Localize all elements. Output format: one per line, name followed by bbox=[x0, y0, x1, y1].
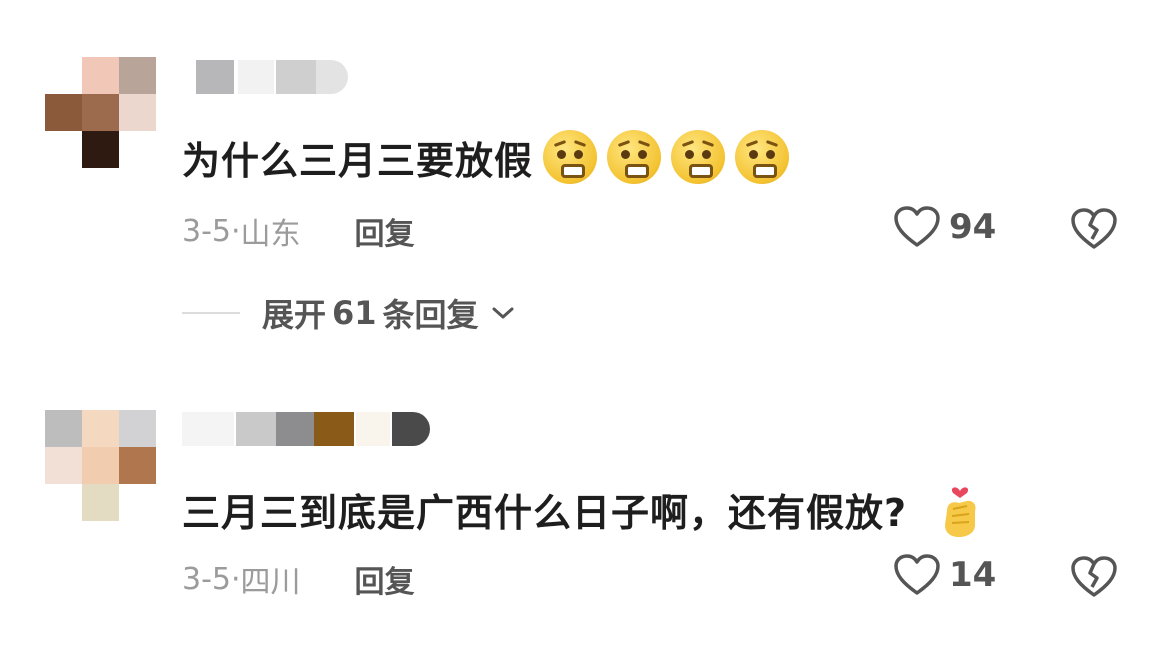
like-button[interactable]: 14 bbox=[893, 553, 996, 597]
comment-date: 3-5· bbox=[182, 213, 241, 249]
expand-replies-button[interactable]: 展开 61 条回复 bbox=[182, 290, 515, 336]
heart-icon bbox=[894, 554, 940, 595]
expand-count: 61 bbox=[332, 294, 377, 332]
comment-location: 四川 bbox=[240, 565, 301, 600]
expand-prefix: 展开 bbox=[262, 296, 327, 334]
divider-line bbox=[182, 312, 240, 314]
pleading-face-icon bbox=[543, 130, 598, 184]
heart-icon bbox=[894, 206, 940, 247]
reply-button[interactable]: 回复 bbox=[355, 209, 415, 253]
like-count: 94 bbox=[949, 207, 997, 247]
comment-meta: 3-5· 山东 回复 bbox=[182, 209, 415, 253]
pleading-face-icon bbox=[671, 130, 726, 184]
broken-heart-icon bbox=[1071, 208, 1117, 249]
pleading-face-icon bbox=[607, 130, 662, 184]
comment-text-content: 三月三到底是广西什么日子啊，还有假放? bbox=[182, 490, 908, 535]
comment-text-content: 为什么三月三要放假 bbox=[182, 138, 534, 183]
comment-item: 三月三到底是广西什么日子啊，还有假放? 3-5· 四川 回复 14 bbox=[0, 395, 1169, 645]
comment-location: 山东 bbox=[240, 217, 301, 252]
comment-text: 为什么三月三要放假 bbox=[182, 128, 790, 186]
chevron-down-icon bbox=[492, 307, 514, 319]
dislike-button[interactable] bbox=[1070, 207, 1118, 255]
comment-item: 为什么三月三要放假 3-5· 山东 回复 94 展开 61 条回复 bbox=[0, 0, 1169, 360]
comment-meta: 3-5· 四川 回复 bbox=[182, 557, 415, 601]
comment-date: 3-5· bbox=[182, 561, 241, 597]
like-count: 14 bbox=[949, 555, 997, 595]
dislike-button[interactable] bbox=[1070, 555, 1118, 603]
reply-button[interactable]: 回复 bbox=[355, 557, 415, 601]
finger-heart-icon bbox=[937, 479, 983, 539]
broken-heart-icon bbox=[1071, 556, 1117, 597]
like-button[interactable]: 94 bbox=[893, 205, 996, 249]
comment-text: 三月三到底是广西什么日子啊，还有假放? bbox=[182, 477, 983, 541]
pleading-face-icon bbox=[735, 130, 790, 184]
avatar[interactable] bbox=[45, 410, 157, 522]
expand-suffix: 条回复 bbox=[382, 296, 479, 334]
avatar[interactable] bbox=[45, 57, 157, 169]
